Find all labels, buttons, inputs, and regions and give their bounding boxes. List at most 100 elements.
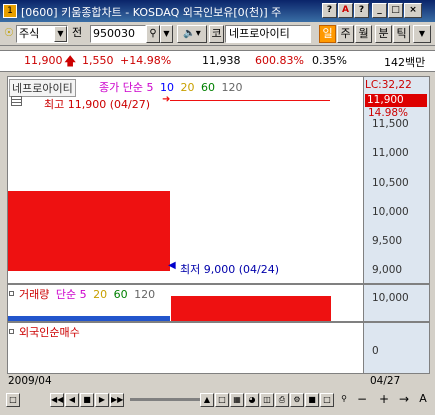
- scroll-first-icon[interactable]: ◀◀: [50, 393, 64, 407]
- scroll-right-icon[interactable]: →: [397, 393, 411, 407]
- layout-icon[interactable]: ▦: [230, 393, 244, 407]
- y-tick: 11,000: [372, 147, 409, 159]
- help-icon[interactable]: ?: [322, 3, 337, 18]
- ma-60: 60: [200, 81, 215, 94]
- ratio-value: 0.35%: [312, 54, 347, 67]
- ma-label: 종가 단순: [99, 81, 143, 94]
- mode-label[interactable]: 전: [72, 25, 88, 43]
- crosshair-icon[interactable]: ◕: [245, 393, 259, 407]
- zoom-out-icon[interactable]: −: [355, 393, 369, 407]
- ma-20: 20: [180, 81, 195, 94]
- current-price: 11,900: [24, 54, 63, 67]
- x-axis-right-date: 04/27: [370, 375, 401, 387]
- rate-value: 600.83%: [255, 54, 304, 67]
- zoom-slider[interactable]: [130, 398, 200, 401]
- scroll-prev-icon[interactable]: ◀: [65, 393, 79, 407]
- vma-label: 단순: [55, 288, 77, 301]
- scroll-next-icon[interactable]: ▶: [95, 393, 109, 407]
- y-tick: 9,000: [372, 264, 403, 276]
- navigation-bar: □ ◀◀ ◀ ■ ▶ ▶▶ ▲ □ ▦ ◕ ◫ ⎙ ⚙ ■ □ ⚲ − + → …: [0, 390, 435, 412]
- vma-60: 60: [113, 288, 128, 301]
- window-icon[interactable]: □: [320, 393, 334, 407]
- zoom-in-icon[interactable]: +: [377, 393, 391, 407]
- window-title: [0600] 키움종합차트 - KOSDAQ 외국인보유[0(천)] 주: [21, 6, 282, 19]
- axis-divider: [364, 321, 430, 323]
- period-tick-button[interactable]: 틱: [393, 25, 410, 43]
- high-arrow-icon: ➜: [162, 94, 171, 105]
- magnifier-icon[interactable]: ⚲: [337, 393, 351, 407]
- low-label: 최저 9,000 (04/24): [180, 263, 280, 276]
- font-icon[interactable]: A: [338, 3, 353, 18]
- tool-icon[interactable]: □: [215, 393, 229, 407]
- pane-divider[interactable]: [8, 283, 363, 285]
- foreign-pane-marker: [9, 329, 14, 334]
- pane-divider[interactable]: [8, 321, 363, 323]
- app-icon: 1: [3, 4, 17, 18]
- code-input[interactable]: 950030: [90, 25, 146, 43]
- period-day-button[interactable]: 일: [319, 25, 336, 43]
- maximize-button[interactable]: □: [388, 3, 403, 18]
- ma-5: 5: [146, 81, 154, 94]
- volume-y-tick: 10,000: [372, 292, 409, 304]
- axis-divider: [364, 283, 430, 285]
- period-week-button[interactable]: 주: [337, 25, 354, 43]
- expand-icon[interactable]: ▼: [413, 25, 431, 43]
- period-month-button[interactable]: 월: [355, 25, 372, 43]
- high-label: 최고 11,900 (04/27): [44, 98, 151, 111]
- text-icon[interactable]: A: [416, 393, 430, 407]
- market-select-value: 주식: [19, 27, 40, 40]
- volume-label: 거래량: [19, 288, 50, 301]
- y-tick: 9,500: [372, 235, 403, 247]
- high-line: [170, 100, 330, 101]
- chevron-down-icon[interactable]: ▼: [160, 25, 173, 43]
- chevron-down-icon[interactable]: ▼: [54, 26, 67, 42]
- chart-area[interactable]: 네프로아이티 종가 단순 5 10 20 60 120 최고 11,900 (0…: [7, 76, 364, 374]
- period-minute-button[interactable]: 분: [375, 25, 392, 43]
- stop-icon[interactable]: ■: [80, 393, 94, 407]
- price-candle[interactable]: [8, 191, 170, 271]
- title-bar: 1 [0600] 키움종합차트 - KOSDAQ 외국인보유[0(천)] 주 ?…: [0, 0, 435, 22]
- ma-10: 10: [159, 81, 174, 94]
- vma-120: 120: [134, 288, 156, 301]
- current-price-tag: 11,900: [365, 94, 427, 107]
- close-button[interactable]: ×: [404, 3, 422, 18]
- up-arrow-icon: 🡅: [64, 54, 77, 68]
- price-legend-name[interactable]: 네프로아이티: [9, 79, 76, 97]
- stock-name-field[interactable]: 네프로아이티: [225, 25, 311, 43]
- foreign-y-tick: 0: [372, 345, 379, 357]
- price-legend[interactable]: 종가 단순 5 10 20 60 120: [99, 79, 242, 95]
- foreign-legend[interactable]: 외국인순매수: [19, 324, 80, 340]
- question-icon[interactable]: ?: [354, 3, 369, 18]
- zoom-handle-icon[interactable]: ▲: [200, 393, 214, 407]
- prev-value: 11,938: [202, 54, 241, 67]
- search-icon[interactable]: ⚲: [146, 25, 160, 43]
- print-icon[interactable]: ⎙: [275, 393, 289, 407]
- ma-120: 120: [221, 81, 243, 94]
- chart-type-icon[interactable]: ◫: [260, 393, 274, 407]
- y-tick: 11,500: [372, 118, 409, 130]
- toolbar: ☉ 주식 ▼ 전 950030 ⚲ ▼ 🔈▾ 코 네프로아이티 일 주 월 분 …: [0, 22, 435, 46]
- scroll-last-icon[interactable]: ▶▶: [110, 393, 124, 407]
- vma-20: 20: [93, 288, 108, 301]
- lock-icon[interactable]: ☉: [4, 25, 14, 43]
- vma-5: 5: [79, 288, 87, 301]
- low-arrow-icon: ◀: [168, 260, 176, 271]
- grid-icon[interactable]: [11, 96, 22, 106]
- x-axis-left-date: 2009/04: [8, 375, 52, 387]
- price-change: 1,550: [82, 54, 114, 67]
- chart-icon[interactable]: ■: [305, 393, 319, 407]
- settings-icon[interactable]: ⚙: [290, 393, 304, 407]
- stock-prefix-button[interactable]: 코: [209, 25, 224, 43]
- lc-label: LC:32,22: [365, 79, 412, 91]
- volume-bar[interactable]: [171, 296, 331, 321]
- lock-toggle-icon[interactable]: □: [6, 393, 20, 407]
- speaker-icon[interactable]: 🔈▾: [177, 25, 207, 43]
- market-select[interactable]: 주식 ▼: [16, 25, 68, 43]
- y-tick: 10,000: [372, 206, 409, 218]
- volume-pane-marker: [9, 291, 14, 296]
- price-info-bar: 11,900 🡅 1,550 +14.98% 11,938 600.83% 0.…: [0, 50, 435, 72]
- change-percent: +14.98%: [120, 54, 172, 67]
- minimize-button[interactable]: _: [372, 3, 387, 18]
- price-axis[interactable]: LC:32,22 11,900 14.98% 11,500 11,000 10,…: [364, 76, 430, 374]
- volume-legend[interactable]: 거래량 단순 5 20 60 120: [19, 286, 155, 302]
